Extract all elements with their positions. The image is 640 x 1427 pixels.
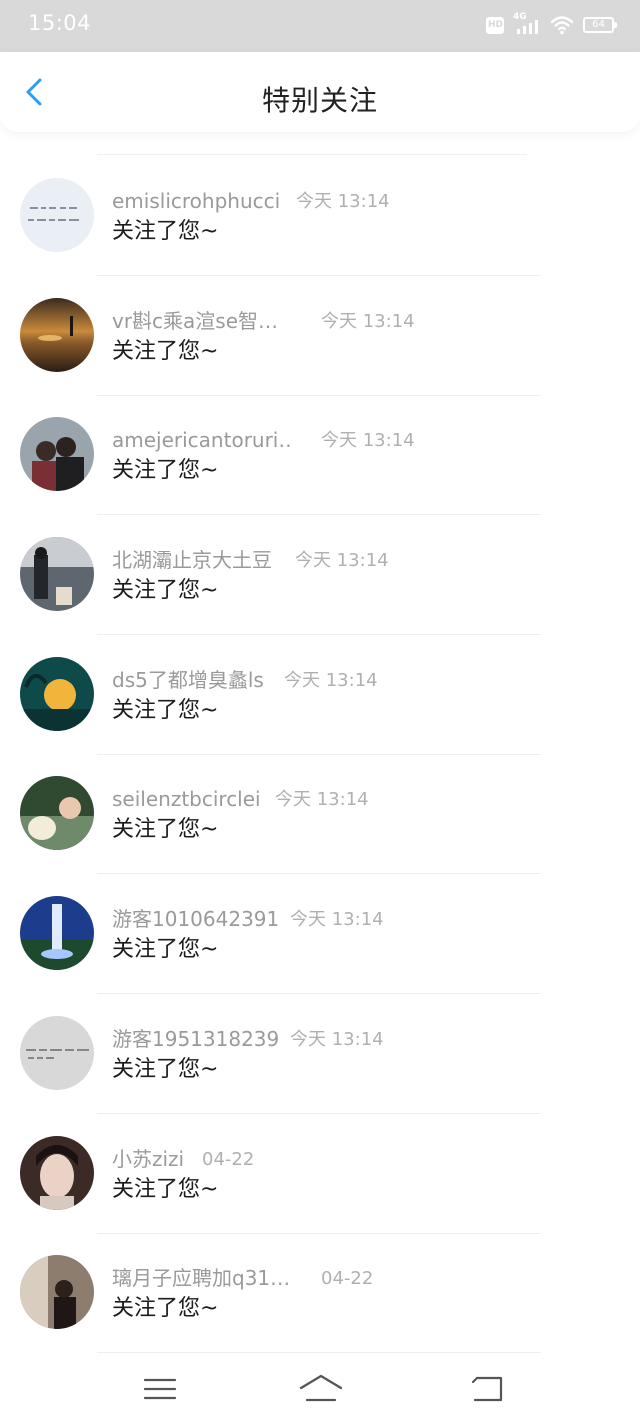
avatar	[20, 1136, 94, 1210]
avatar	[20, 417, 94, 491]
list-item[interactable]: 小苏zizi 04-22 关注了您~	[0, 1090, 640, 1234]
wifi-icon	[550, 15, 574, 35]
timestamp: 今天 13:14	[296, 191, 390, 212]
list-item[interactable]: 北湖灞止京大土豆 今天 13:14 关注了您~	[0, 491, 640, 635]
home-button[interactable]	[299, 1372, 343, 1406]
user-name: seilenztbcirclei	[112, 787, 261, 811]
battery-level: 64	[592, 19, 605, 30]
timestamp: 今天 13:14	[321, 430, 415, 451]
list-item[interactable]: 游客1010642391 今天 13:14 关注了您~	[0, 850, 640, 994]
header: 特别关注	[0, 52, 640, 132]
back-nav-button[interactable]	[469, 1372, 509, 1406]
user-name: emislicrohphucci	[112, 189, 281, 213]
message-text: 关注了您~	[112, 1177, 219, 1202]
avatar	[20, 1255, 94, 1329]
menu-icon	[141, 1378, 181, 1410]
user-name: 游客1951318239	[112, 1027, 280, 1051]
battery-icon: 64	[583, 17, 617, 33]
timestamp: 今天 13:14	[290, 909, 384, 930]
message-text: 关注了您~	[112, 1296, 219, 1321]
user-name: 璃月子应聘加q31…	[112, 1266, 291, 1290]
avatar	[20, 1016, 94, 1090]
timestamp: 今天 13:14	[284, 670, 378, 691]
signal-icon: 4G	[513, 12, 541, 35]
message-text: 关注了您~	[112, 339, 219, 364]
divider	[97, 1352, 541, 1353]
return-icon	[469, 1376, 509, 1410]
user-name: ds5了都增臭蠡ls	[112, 668, 264, 692]
avatar	[20, 776, 94, 850]
avatar	[20, 298, 94, 372]
user-name: vr斟c乘a渲se智…	[112, 309, 279, 333]
message-text: 关注了您~	[112, 458, 219, 483]
message-text: 关注了您~	[112, 1057, 219, 1082]
user-name: amejericantoruri…	[112, 428, 294, 452]
page-title: 特别关注	[261, 84, 378, 117]
timestamp: 04-22	[202, 1149, 255, 1170]
avatar	[20, 657, 94, 731]
status-time: 15:04	[28, 11, 92, 35]
avatar	[20, 178, 94, 252]
timestamp: 今天 13:14	[290, 1029, 384, 1050]
message-text: 关注了您~	[112, 698, 219, 723]
menu-button[interactable]	[141, 1372, 181, 1406]
list-item[interactable]: 璃月子应聘加q31… 04-22 关注了您~	[0, 1209, 640, 1353]
list-item[interactable]: seilenztbcirclei 今天 13:14 关注了您~	[0, 730, 640, 874]
timestamp: 今天 13:14	[295, 550, 389, 571]
hd-icon: HD	[486, 16, 504, 34]
home-icon	[299, 1374, 343, 1410]
avatar	[20, 537, 94, 611]
user-name: 北湖灞止京大土豆	[112, 548, 272, 572]
status-icons: HD 4G 64	[486, 12, 617, 37]
list-item[interactable]: vr斟c乘a渲se智… 今天 13:14 关注了您~	[0, 252, 640, 396]
message-text: 关注了您~	[112, 937, 219, 962]
status-bar: 15:04 HD 4G 64	[0, 0, 640, 52]
timestamp: 今天 13:14	[275, 789, 369, 810]
message-text: 关注了您~	[112, 578, 219, 603]
timestamp: 今天 13:14	[321, 311, 415, 332]
follow-list: emislicrohphucci 今天 13:14 关注了您~ vr斟c乘a渲s…	[0, 132, 640, 1354]
message-text: 关注了您~	[112, 219, 219, 244]
list-item[interactable]: amejericantoruri… 今天 13:14 关注了您~	[0, 371, 640, 515]
avatar	[20, 896, 94, 970]
system-nav-bar	[0, 1354, 640, 1427]
list-item[interactable]: 游客1951318239 今天 13:14 关注了您~	[0, 970, 640, 1114]
list-item[interactable]: emislicrohphucci 今天 13:14 关注了您~	[0, 132, 640, 276]
message-text: 关注了您~	[112, 817, 219, 842]
timestamp: 04-22	[321, 1268, 374, 1289]
user-name: 游客1010642391	[112, 907, 280, 931]
list-item[interactable]: ds5了都增臭蠡ls 今天 13:14 关注了您~	[0, 611, 640, 755]
